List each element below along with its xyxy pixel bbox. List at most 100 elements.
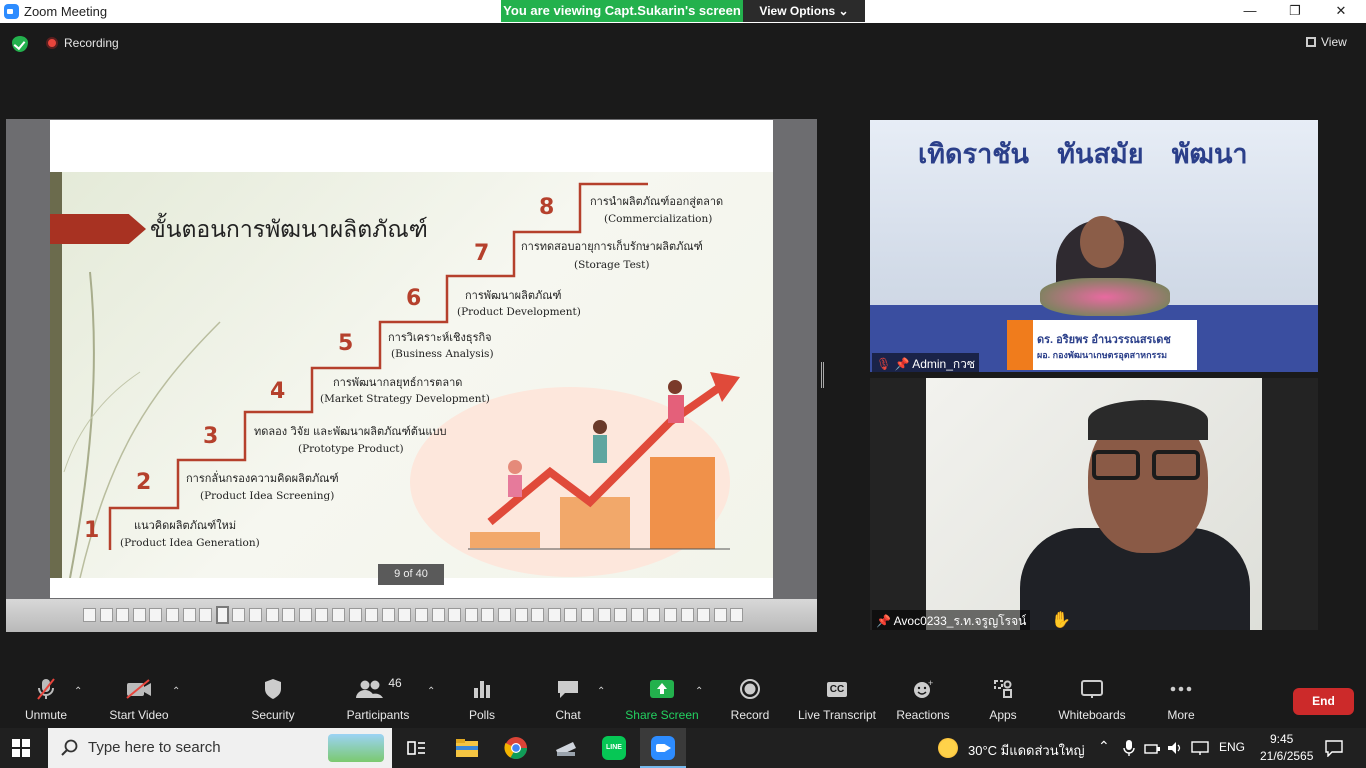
restore-button[interactable]: ❐ [1272,0,1318,23]
slide-thumbnail[interactable] [232,608,246,622]
volume-tray-icon[interactable] [1166,740,1184,756]
slide-thumbnail[interactable] [614,608,628,622]
slide-thumbnail[interactable] [464,608,478,622]
slide-thumbnail[interactable] [199,608,213,622]
unmute-button[interactable]: Unmute [20,674,72,728]
video-options-chevron-icon[interactable]: ⌃ [172,686,180,697]
zoom-taskbar-button[interactable] [640,728,686,768]
windows-start-icon[interactable] [12,739,30,757]
participant-name-tag: 🎙 📌 Admin_กวซ [872,353,980,372]
taskbar-search-box[interactable]: Type here to search [48,728,392,768]
share-options-chevron-icon[interactable]: ⌃ [695,686,703,697]
slide-thumbnail[interactable] [83,608,96,622]
presenter-face [1080,216,1124,268]
reactions-button[interactable]: + Reactions [895,674,951,728]
name-plate: ดร. อริยพร อำนวรรณสรเดช ผอ. กองพัฒนาเกษต… [1007,320,1197,370]
live-transcript-button[interactable]: CC Live Transcript [797,674,877,728]
slide-thumbnail[interactable] [249,608,262,622]
whiteboards-button[interactable]: Whiteboards [1056,674,1128,728]
slide-thumbnail[interactable] [149,608,163,622]
slide-thumbnail[interactable] [365,608,379,622]
minimize-button[interactable]: — [1227,0,1273,23]
show-hidden-icons-chevron-icon[interactable]: ⌃ [1098,738,1110,755]
slide-page-counter: 9 of 40 [378,564,444,585]
end-meeting-button[interactable]: End [1293,688,1354,715]
slide-thumbnail[interactable] [498,608,511,622]
slide-thumbnail[interactable] [99,608,113,622]
audio-options-chevron-icon[interactable]: ⌃ [74,686,82,697]
slide-thumbnail[interactable] [215,606,229,624]
apps-label: Apps [989,708,1017,722]
notifications-icon[interactable] [1325,739,1343,757]
encryption-shield-icon[interactable] [12,36,28,52]
slide-thumbnail[interactable] [298,608,312,622]
share-screen-button[interactable]: Share Screen [624,674,700,728]
slide-thumbnail[interactable] [381,608,395,622]
view-button[interactable]: View [1306,35,1347,49]
slide-thumbnail[interactable] [166,608,179,622]
slide-thumbnail[interactable] [664,608,677,622]
slide-thumbnail[interactable] [697,608,711,622]
participant-video-avoc[interactable]: 📌 Avoc0233_ร.ท.จรูญโรจน์ ✋ [870,378,1318,630]
chat-options-chevron-icon[interactable]: ⌃ [597,686,605,697]
slide-thumbnail[interactable] [116,608,130,622]
step-number: 4 [270,379,286,404]
slide-thumbnail[interactable] [730,608,744,622]
view-label: View [1321,35,1347,49]
slide-thumbnail[interactable] [415,608,428,622]
apps-button[interactable]: Apps [985,674,1021,728]
slide-thumbnail[interactable] [182,608,196,622]
close-button[interactable]: ✕ [1318,0,1364,23]
more-dots-icon [1162,674,1200,704]
participant-video-admin[interactable]: เทิดราชัน ทันสมัย พัฒนา ดร. อริยพร อำนวร… [870,120,1318,372]
presentation-slide: ขั้นตอนการพัฒนาผลิตภัณฑ์ 1 แนวคิดผลิตภัณ… [50,120,773,598]
participants-button[interactable]: 46 Participants [342,674,414,728]
security-button[interactable]: Security [246,674,300,728]
slide-thumbnail[interactable] [448,608,462,622]
slide-thumbnail[interactable] [597,608,611,622]
input-language[interactable]: ENG [1219,740,1245,754]
slide-thumbnail-strip[interactable] [6,599,817,632]
scanner-app-icon[interactable] [553,736,577,760]
task-view-icon[interactable] [406,738,426,758]
slide-thumbnail[interactable] [547,608,561,622]
slide-thumbnail[interactable] [332,608,345,622]
slide-thumbnail[interactable] [531,608,545,622]
chrome-icon[interactable] [504,736,528,760]
step-english-label: (Storage Test) [574,259,650,271]
record-icon [728,674,772,704]
slide-thumbnail[interactable] [680,608,694,622]
slide-thumbnail[interactable] [647,608,661,622]
split-resize-handle[interactable] [821,362,824,388]
participants-options-chevron-icon[interactable]: ⌃ [427,686,435,697]
record-button[interactable]: Record [728,674,772,728]
slide-thumbnail[interactable] [581,608,594,622]
slide-thumbnail[interactable] [398,608,412,622]
slide-thumbnail[interactable] [315,608,329,622]
slide-thumbnail[interactable] [265,608,279,622]
clock-date[interactable]: 21/6/2565 [1260,749,1313,763]
microphone-tray-icon[interactable] [1122,739,1136,757]
slide-thumbnail[interactable] [630,608,644,622]
slide-thumbnail[interactable] [481,608,495,622]
network-tray-icon[interactable] [1143,740,1163,756]
display-tray-icon[interactable] [1191,740,1209,756]
chat-icon [550,674,586,704]
slide-thumbnail[interactable] [431,608,445,622]
chat-button[interactable]: Chat [550,674,586,728]
slide-thumbnail[interactable] [348,608,362,622]
slide-thumbnail[interactable] [713,608,727,622]
line-app-icon[interactable]: LINE [602,736,626,760]
file-explorer-icon[interactable] [455,737,479,759]
weather-text[interactable]: 30°C มีแดดส่วนใหญ่ [968,740,1085,761]
polls-button[interactable]: Polls [464,674,500,728]
clock-time[interactable]: 9:45 [1270,732,1293,746]
slide-thumbnail[interactable] [282,608,296,622]
slide-thumbnail[interactable] [514,608,528,622]
slide-thumbnail[interactable] [564,608,578,622]
more-button[interactable]: More [1162,674,1200,728]
slide-thumbnail[interactable] [132,608,146,622]
flower-arrangement [1040,278,1170,316]
start-video-button[interactable]: Start Video [104,674,174,728]
view-options-button[interactable]: View Options ⌄ [743,0,865,22]
